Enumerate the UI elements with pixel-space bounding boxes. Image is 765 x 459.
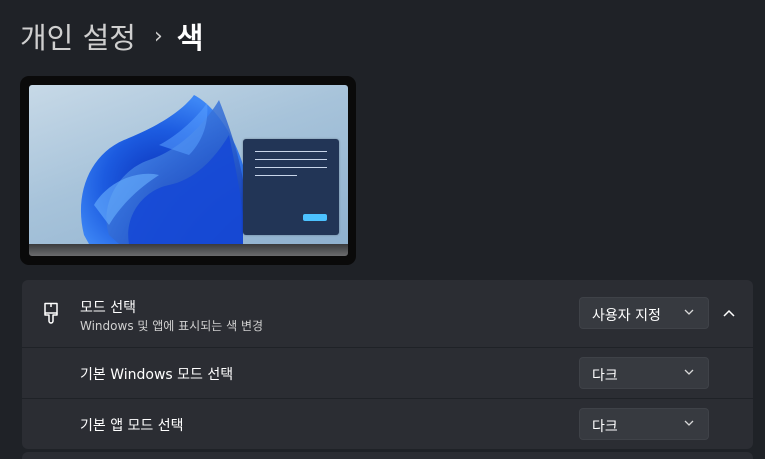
theme-preview (20, 76, 356, 265)
preview-window-line (255, 167, 327, 168)
breadcrumb-separator: › (153, 24, 163, 49)
chevron-down-icon (684, 369, 694, 375)
mode-dropdown[interactable]: 사용자 지정 (579, 297, 709, 329)
preview-window (243, 139, 339, 235)
collapse-chevron-up-icon[interactable] (719, 303, 739, 323)
mode-setting-title: 모드 선택 (80, 300, 136, 316)
page-title: 색 (176, 21, 204, 55)
windows-mode-dropdown[interactable]: 다크 (579, 357, 709, 389)
app-mode-label: 기본 앱 모드 선택 (80, 418, 184, 434)
preview-taskbar (29, 244, 348, 256)
chevron-down-icon (684, 420, 694, 426)
preview-window-line (255, 159, 327, 160)
windows-mode-row: 기본 Windows 모드 선택 다크 (22, 348, 753, 398)
preview-window-line (255, 151, 327, 152)
app-mode-row: 기본 앱 모드 선택 다크 (22, 399, 753, 449)
app-mode-dropdown[interactable]: 다크 (579, 408, 709, 440)
preview-window-line (255, 175, 297, 176)
windows-mode-label: 기본 Windows 모드 선택 (80, 367, 234, 383)
mode-dropdown-value: 사용자 지정 (592, 308, 661, 324)
mode-setting-subtitle: Windows 및 앱에 표시되는 색 변경 (80, 319, 264, 333)
windows-mode-dropdown-value: 다크 (592, 368, 618, 384)
paint-brush-icon (44, 302, 58, 324)
app-mode-dropdown-value: 다크 (592, 419, 618, 435)
chevron-down-icon (684, 309, 694, 315)
preview-desktop (29, 85, 348, 244)
settings-page: 개인 설정 › 색 모드 선택 Windows 및 앱에 표시되는 색 변경 사… (0, 0, 765, 459)
breadcrumb: 개인 설정 › 색 (20, 18, 203, 58)
mode-setting-card[interactable]: 모드 선택 Windows 및 앱에 표시되는 색 변경 사용자 지정 (22, 280, 753, 347)
preview-accent-button (303, 214, 327, 221)
next-setting-card (22, 452, 753, 459)
breadcrumb-personalization-link[interactable]: 개인 설정 (20, 18, 136, 58)
